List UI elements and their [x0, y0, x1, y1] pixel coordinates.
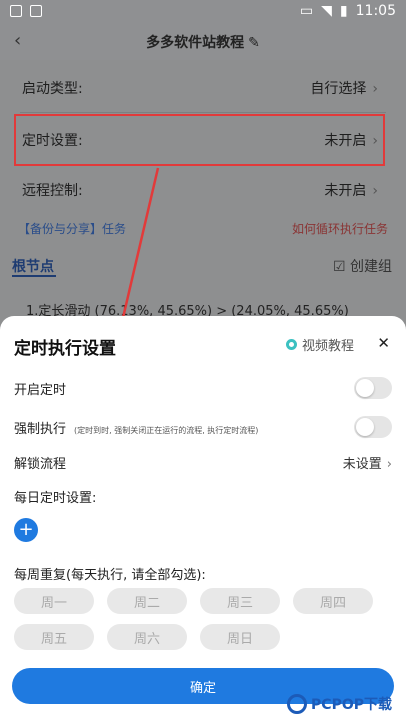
force-exec-toggle[interactable] — [354, 416, 392, 438]
timer-settings-sheet: 定时执行设置 视频教程 ✕ 开启定时 强制执行 (定时到时, 强制关闭正在运行的流… — [0, 316, 406, 720]
day-chip-tue[interactable]: 周二 — [107, 588, 187, 614]
wifi-icon: ◥ — [321, 3, 332, 19]
edit-icon[interactable]: ✎ — [248, 35, 260, 51]
enable-timer-row: 开启定时 — [14, 374, 392, 402]
startup-type-row[interactable]: 启动类型: 自行选择 › — [22, 64, 378, 112]
loop-task-link[interactable]: 如何循环执行任务 — [292, 220, 388, 237]
enable-timer-toggle[interactable] — [354, 377, 392, 399]
page-title: 多多软件站教程 ✎ — [146, 35, 260, 51]
create-group-button[interactable]: ☑ 创建组 — [333, 256, 392, 276]
add-time-button[interactable]: + — [14, 518, 38, 542]
unlock-flow-row[interactable]: 解锁流程 未设置 › — [14, 448, 392, 476]
screen-cast-icon: ▭ — [299, 3, 314, 19]
edit-box-icon: ☑ — [332, 259, 346, 275]
watermark-logo: PCPOP下载 — [287, 694, 392, 714]
day-chip-sat[interactable]: 周六 — [107, 624, 187, 650]
sheet-title: 定时执行设置 — [14, 339, 116, 359]
battery-icon: ▮ — [339, 3, 348, 19]
tab-root-node[interactable]: 根节点 — [12, 256, 54, 276]
pcpop-logo-icon — [287, 694, 308, 714]
close-icon[interactable]: ✕ — [377, 334, 390, 352]
weekly-repeat-label: 每周重复(每天执行, 请全部勾选): — [14, 568, 206, 583]
day-chip-fri[interactable]: 周五 — [14, 624, 94, 650]
chevron-right-icon: › — [372, 183, 378, 199]
status-bar: ▭ ◥ ▮ 11:05 — [0, 0, 406, 24]
backup-share-link[interactable]: 【备份与分享】任务 — [18, 220, 126, 237]
divider — [20, 112, 386, 113]
remote-control-row[interactable]: 远程控制: 未开启 › — [22, 166, 378, 214]
day-chip-mon[interactable]: 周一 — [14, 588, 94, 614]
status-time: 11:05 — [355, 3, 396, 19]
day-chip-thu[interactable]: 周四 — [293, 588, 373, 614]
day-chip-wed[interactable]: 周三 — [200, 588, 280, 614]
video-tutorial-link[interactable]: 视频教程 — [286, 335, 354, 354]
tab-underline — [12, 275, 56, 277]
play-icon — [286, 339, 297, 350]
notification-icon — [30, 5, 42, 17]
day-chip-sun[interactable]: 周日 — [200, 624, 280, 650]
chevron-right-icon: › — [386, 456, 392, 472]
chevron-right-icon: › — [372, 81, 378, 97]
app-bar: ‹ 多多软件站教程 ✎ — [0, 24, 406, 60]
force-exec-row: 强制执行 (定时到时, 强制关闭正在运行的流程, 执行定时流程) — [14, 413, 392, 441]
daily-timer-label-row: 每日定时设置: — [14, 490, 97, 506]
notification-icon — [10, 5, 22, 17]
highlight-box — [14, 114, 385, 166]
